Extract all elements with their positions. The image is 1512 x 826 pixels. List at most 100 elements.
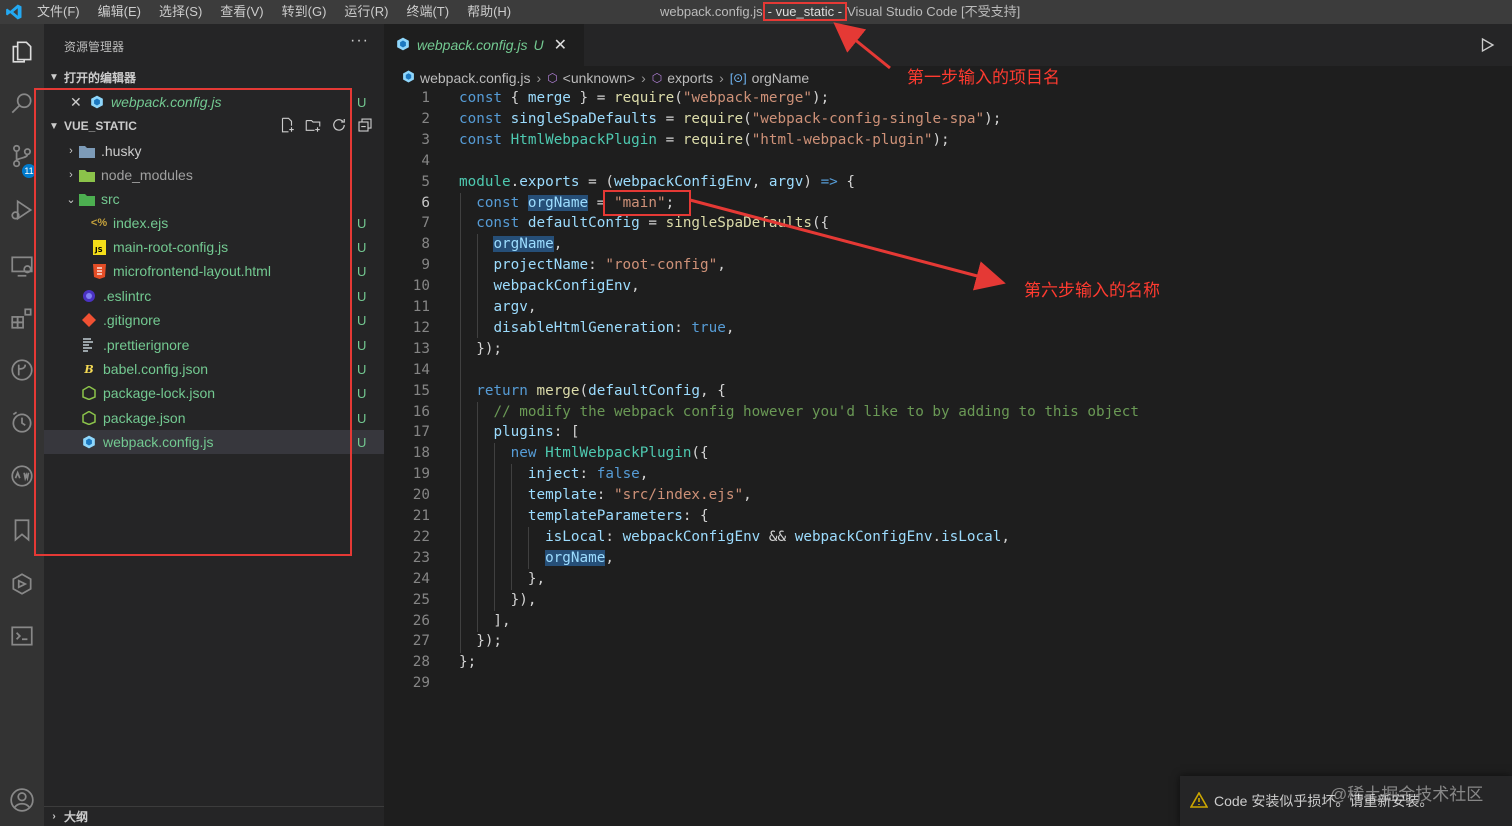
source-control-icon[interactable]: 11 [0,134,44,178]
line-number: 23 [412,549,430,566]
tree-file-index-ejs[interactable]: <% index.ejs U [44,211,384,235]
line-number: 2 [421,110,430,127]
tree-folder-node-modules[interactable]: › node_modules [44,163,384,187]
line-number-active: 6 [421,194,430,211]
tree-item-label: .eslintrc [103,288,152,304]
files-icon[interactable] [0,30,44,74]
breadcrumb-symbol-unknown[interactable]: <unknown> [563,70,635,86]
tab-bar: webpack.config.js U ✕ [384,24,1512,66]
breadcrumb: webpack.config.js › ⬡ <unknown> › ⬡ expo… [402,68,809,88]
chevron-right-icon: › [52,811,56,822]
tree-folder-src[interactable]: ⌄ src [44,187,384,211]
activity-bar: 11 [0,24,44,826]
tree-item-label: microfrontend-layout.html [113,263,271,279]
remote-explorer-icon[interactable] [0,244,44,288]
symbol-variable-icon: [⊙] [729,71,747,85]
open-editors-label: 打开的编辑器 [64,70,137,85]
close-icon[interactable]: ✕ [70,94,88,111]
new-file-icon[interactable] [278,116,296,134]
menu-selection[interactable]: 选择(S) [150,0,211,24]
tab-label: webpack.config.js [417,37,528,53]
code-line: plugins: [ [493,424,580,441]
code-line: const defaultConfig = singleSpaDefaults(… [476,215,830,232]
line-number: 16 [412,403,430,420]
webpack-file-icon [396,37,410,54]
tree-file-webpack-config[interactable]: webpack.config.js U [44,430,384,454]
tree-item-label: package-lock.json [103,385,216,401]
more-actions-icon[interactable]: ··· [350,32,369,50]
search-icon[interactable] [0,82,44,126]
line-number: 24 [412,570,430,587]
line-number: 20 [412,487,430,504]
tree-file-main-root-config[interactable]: JS main-root-config.js U [44,235,384,259]
chevron-right-icon: › [536,70,542,86]
line-number: 13 [412,340,430,357]
run-icon[interactable] [1478,36,1496,57]
tree-file-gitignore[interactable]: .gitignore U [44,308,384,332]
tab-git-status: U [533,37,544,53]
menu-help[interactable]: 帮助(H) [458,0,520,24]
extensions-icon[interactable] [0,296,44,340]
menu-terminal[interactable]: 终端(T) [397,0,458,24]
line-number: 26 [412,612,430,629]
tree-file-microfrontend-layout[interactable]: microfrontend-layout.html U [44,259,384,283]
tree-item-label: .gitignore [103,312,161,328]
git-status-badge: U [357,361,367,377]
breadcrumb-file[interactable]: webpack.config.js [420,70,531,86]
open-editor-item[interactable]: ✕ webpack.config.js U [44,90,384,114]
chevron-down-icon: ▼ [49,120,59,132]
tree-folder-husky[interactable]: › .husky [44,139,384,163]
git-graph-icon[interactable] [0,348,44,392]
js-file-icon: JS [90,239,108,255]
tree-item-label: .husky [101,143,142,159]
tree-file-package-lock[interactable]: package-lock.json U [44,381,384,405]
line-number: 27 [412,633,430,650]
window-title-project: - vue_static - [762,2,848,21]
explorer-title: 资源管理器 [64,40,125,54]
collapse-all-icon[interactable] [356,116,374,134]
tree-file-eslintrc[interactable]: .eslintrc U [44,284,384,308]
breadcrumb-symbol-orgname[interactable]: orgName [752,70,810,86]
code-line: projectName: "root-config", [493,257,726,274]
docker-icon[interactable] [0,562,44,606]
account-icon[interactable] [0,778,44,822]
timeline-icon[interactable] [0,400,44,444]
run-debug-icon[interactable] [0,188,44,232]
line-number: 5 [421,173,430,190]
git-file-icon [80,312,98,328]
scm-badge: 11 [22,164,36,178]
explorer-sidebar: 资源管理器 ··· ▼ 打开的编辑器 ✕ webpack.config.js U… [34,24,384,826]
tree-file-babel-config[interactable]: B babel.config.json U [44,357,384,381]
menu-run[interactable]: 运行(R) [335,0,397,24]
outline-header[interactable]: › 大纲 [44,806,384,826]
line-number: 22 [412,528,430,545]
git-status-badge: U [357,263,367,279]
bookmark-icon[interactable] [0,508,44,552]
menu-file[interactable]: 文件(F) [28,0,89,24]
code-line: // modify the webpack config however you… [493,403,1139,420]
code-line: inject: false, [527,466,649,483]
new-folder-icon[interactable] [304,116,322,134]
menu-edit[interactable]: 编辑(E) [89,0,150,24]
menu-go[interactable]: 转到(G) [273,0,336,24]
code-line: const orgName = "main"; [476,194,675,211]
watermark: @稀土掘金技术社区 [1330,785,1484,804]
tree-item-label: main-root-config.js [113,239,229,255]
open-editors-header[interactable]: ▼ 打开的编辑器 [44,66,384,88]
tree-item-label: package.json [103,410,186,426]
window-title-file: webpack.config.js [660,4,763,19]
git-status-badge: U [357,288,367,304]
terminal-icon[interactable] [0,614,44,658]
tab-webpack-config[interactable]: webpack.config.js U ✕ [384,24,584,66]
tree-file-prettierignore[interactable]: .prettierignore U [44,333,384,357]
breadcrumb-symbol-exports[interactable]: exports [667,70,713,86]
tree-item-label: babel.config.json [103,361,209,377]
chevron-right-icon: › [641,70,646,86]
menu-view[interactable]: 查看(V) [211,0,272,24]
refresh-icon[interactable] [330,116,348,134]
line-number: 21 [412,508,430,524]
line-number: 12 [412,319,430,336]
close-icon[interactable]: ✕ [554,35,567,55]
api-icon[interactable] [0,454,44,498]
tree-file-package-json[interactable]: package.json U [44,406,384,430]
